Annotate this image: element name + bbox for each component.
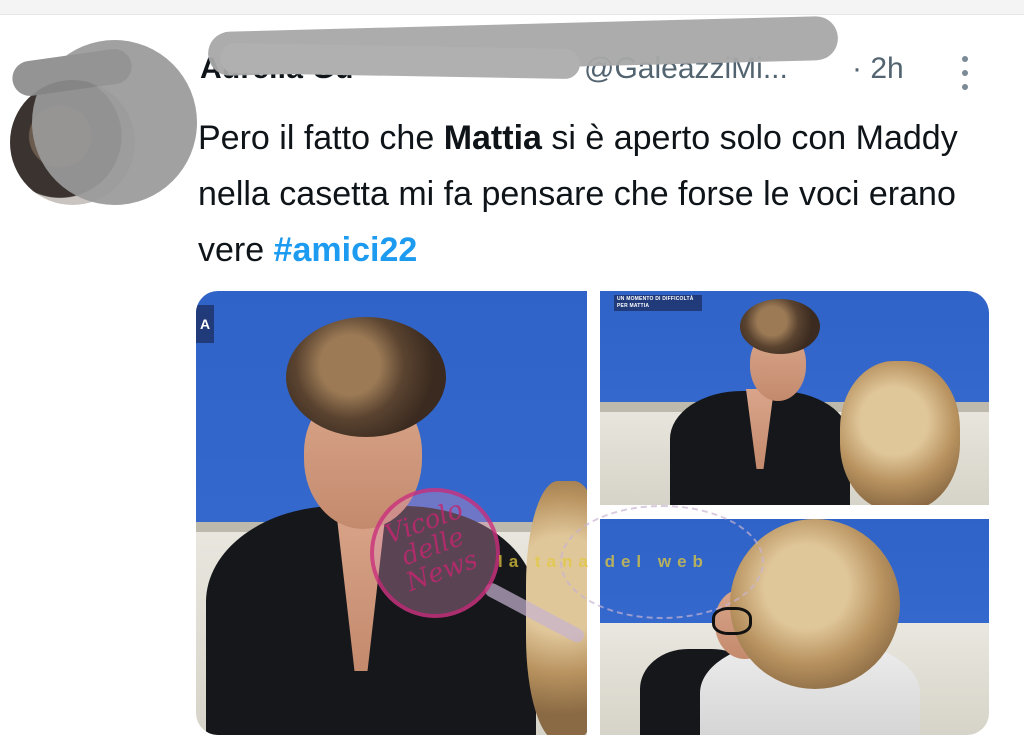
avatar-redaction-scribble [32, 40, 197, 205]
glasses [712, 607, 752, 635]
second-person-hair [840, 361, 960, 505]
tweet-header: Aurelia Gu @GaleazziMi... · 2h [200, 15, 980, 92]
name-redaction-scribble-2 [219, 42, 581, 80]
vertical-dots-icon[interactable] [960, 56, 970, 90]
tweet-text: Pero il fatto che Mattia si è aperto sol… [198, 110, 998, 278]
person-hair [740, 299, 820, 354]
overlay-caption: UN MOMENTO DI DIFFICOLTÀ PER MATTIA [614, 295, 702, 311]
left-badge: A [196, 305, 214, 343]
tweet-text-bold-name: Mattia [443, 119, 542, 157]
top-divider [0, 0, 1024, 15]
watermark-tana-text: la tana del web [498, 552, 709, 571]
hashtag-link[interactable]: #amici22 [274, 231, 418, 269]
photo-top-right[interactable]: UN MOMENTO DI DIFFICOLTÀ PER MATTIA [600, 291, 989, 505]
tweet-text-start: Pero il fatto che [198, 119, 444, 157]
avatar[interactable] [10, 40, 197, 210]
tweet-timestamp[interactable]: · 2h [852, 52, 904, 86]
person-hair [286, 317, 446, 437]
media-grid: A UN MOMENTO DI DIFFICOLTÀ PER MATTIA [196, 291, 989, 735]
